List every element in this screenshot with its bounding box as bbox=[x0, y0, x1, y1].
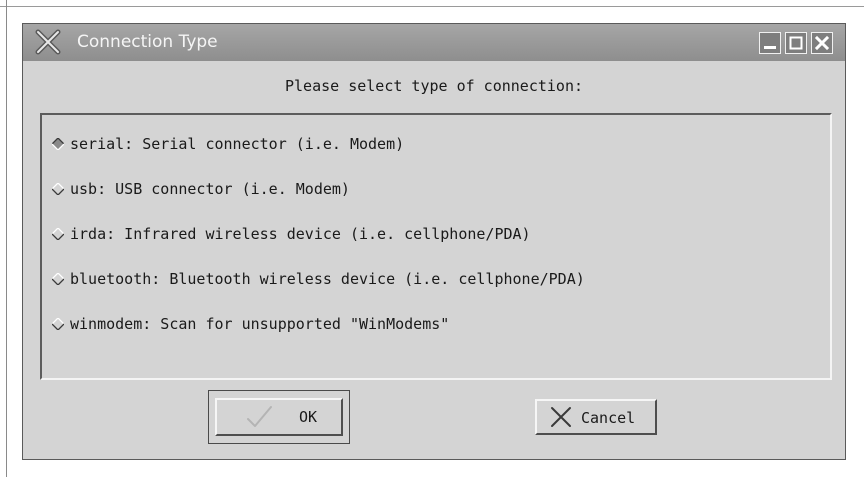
radio-unselected-icon bbox=[52, 228, 64, 240]
app-x-icon bbox=[35, 29, 61, 55]
cancel-button[interactable]: Cancel bbox=[535, 399, 657, 435]
radio-option-label: serial: Serial connector (i.e. Modem) bbox=[70, 135, 405, 153]
connection-type-dialog: Connection Type Please select type of co… bbox=[22, 23, 846, 460]
radio-unselected-icon bbox=[52, 273, 64, 285]
connection-prompt: Please select type of connection: bbox=[284, 77, 583, 95]
connection-options-group: serial: Serial connector (i.e. Modem) us… bbox=[40, 113, 832, 380]
maximize-icon bbox=[789, 36, 803, 50]
page-top-rule bbox=[0, 6, 864, 7]
checkmark-icon bbox=[247, 406, 272, 427]
radio-option-label: usb: USB connector (i.e. Modem) bbox=[70, 180, 350, 198]
window-title: Connection Type bbox=[77, 32, 218, 52]
radio-option-label: irda: Infrared wireless device (i.e. cel… bbox=[70, 225, 531, 243]
radio-unselected-icon bbox=[52, 183, 64, 195]
cancel-x-icon bbox=[551, 407, 571, 427]
cancel-button-label: Cancel bbox=[581, 409, 636, 427]
page-left-rule bbox=[6, 0, 7, 477]
close-button[interactable] bbox=[811, 32, 833, 54]
ok-button[interactable]: OK bbox=[215, 398, 343, 436]
radio-option-label: bluetooth: Bluetooth wireless device (i.… bbox=[70, 270, 585, 288]
close-icon bbox=[814, 35, 830, 51]
maximize-button[interactable] bbox=[785, 32, 807, 54]
radio-unselected-icon bbox=[52, 318, 64, 330]
minimize-icon bbox=[764, 46, 776, 49]
ok-button-label: OK bbox=[299, 408, 318, 426]
radio-option-label: winmodem: Scan for unsupported "WinModem… bbox=[70, 315, 450, 333]
title-bar[interactable]: Connection Type bbox=[23, 24, 845, 61]
radio-selected-icon bbox=[52, 138, 64, 150]
minimize-button[interactable] bbox=[759, 32, 781, 54]
